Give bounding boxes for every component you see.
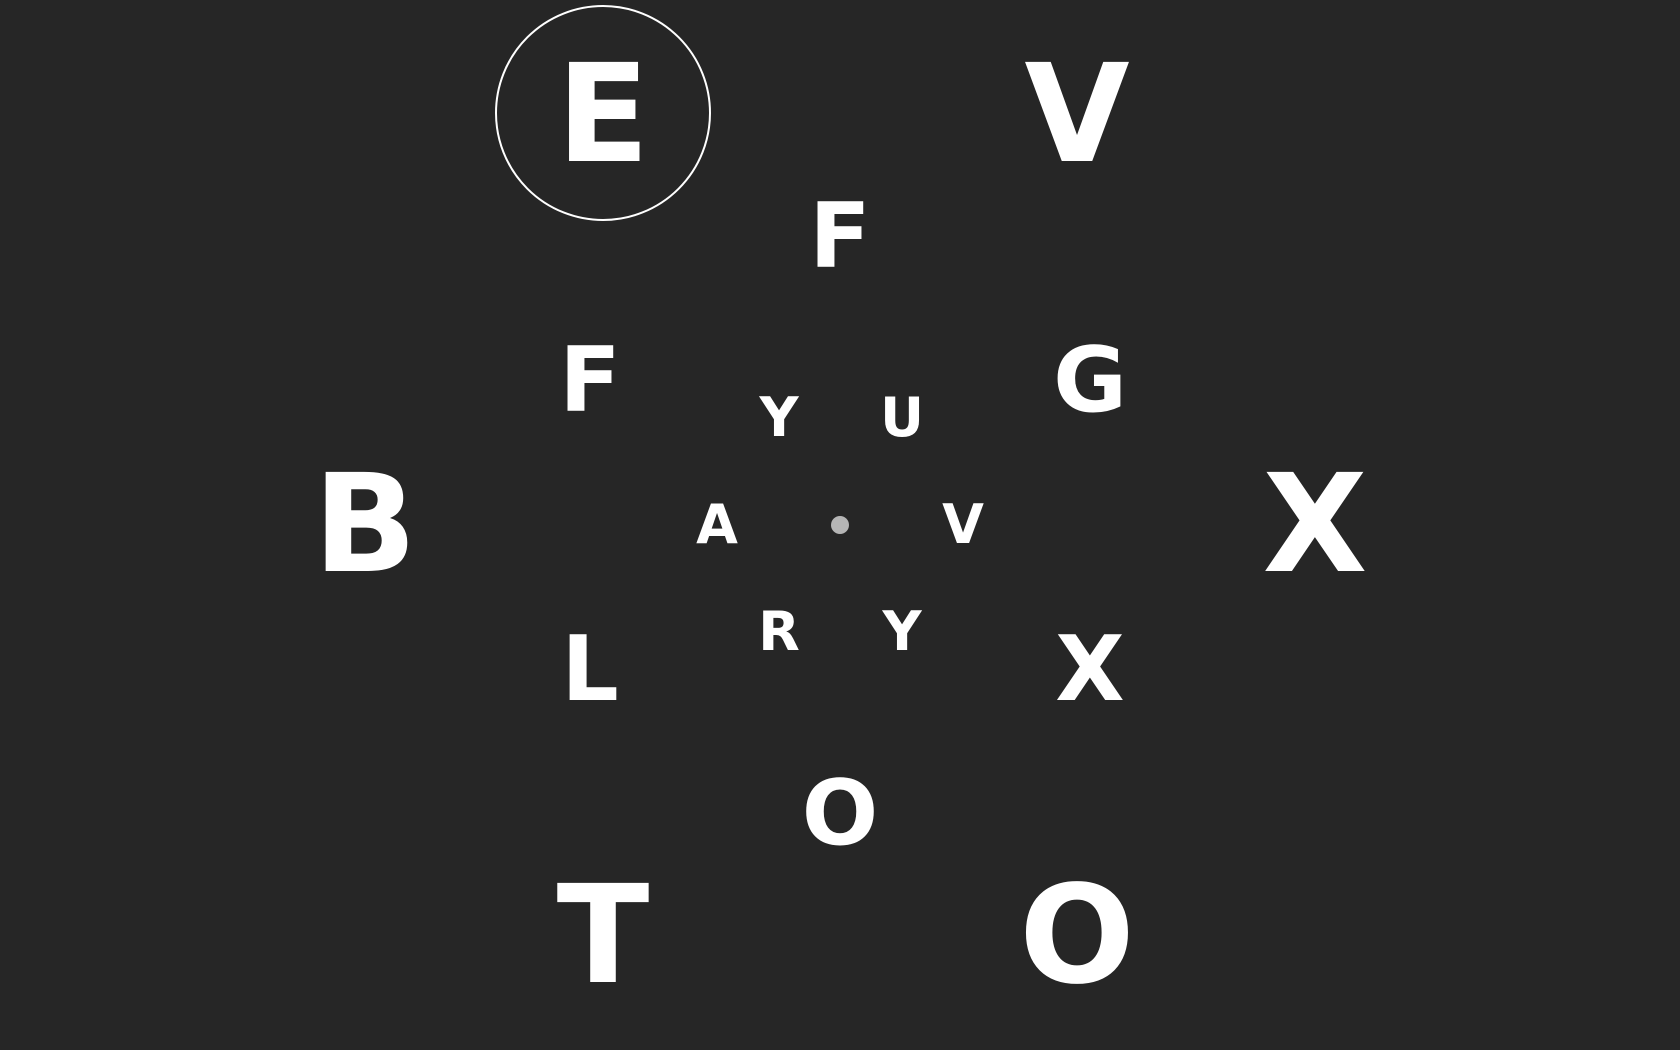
middle-letter-bottom[interactable]: O <box>802 769 879 859</box>
inner-letter-upper-left[interactable]: Y <box>759 391 798 445</box>
outer-letter-top-left[interactable]: E <box>557 47 650 183</box>
inner-letter-upper-right[interactable]: U <box>880 391 924 445</box>
inner-letter-right[interactable]: V <box>942 498 984 552</box>
outer-letter-right[interactable]: X <box>1263 457 1368 593</box>
middle-letter-top[interactable]: F <box>809 192 870 282</box>
middle-letter-lower-right[interactable]: X <box>1055 625 1124 715</box>
outer-letter-top-right[interactable]: V <box>1024 47 1129 183</box>
inner-letter-lower-left[interactable]: R <box>758 605 800 659</box>
center-fixation-dot <box>831 516 849 534</box>
middle-letter-upper-right[interactable]: G <box>1053 336 1127 426</box>
inner-letter-left[interactable]: A <box>696 498 738 552</box>
outer-letter-bottom-left[interactable]: T <box>557 868 650 1004</box>
letter-target-canvas: E V B X T O F F G L X O Y U A V R Y <box>0 0 1680 1050</box>
middle-letter-lower-left[interactable]: L <box>561 625 618 715</box>
outer-letter-bottom-right[interactable]: O <box>1019 868 1135 1004</box>
inner-letter-lower-right[interactable]: Y <box>882 605 921 659</box>
outer-letter-left[interactable]: B <box>313 457 417 593</box>
middle-letter-upper-left[interactable]: F <box>559 336 620 426</box>
